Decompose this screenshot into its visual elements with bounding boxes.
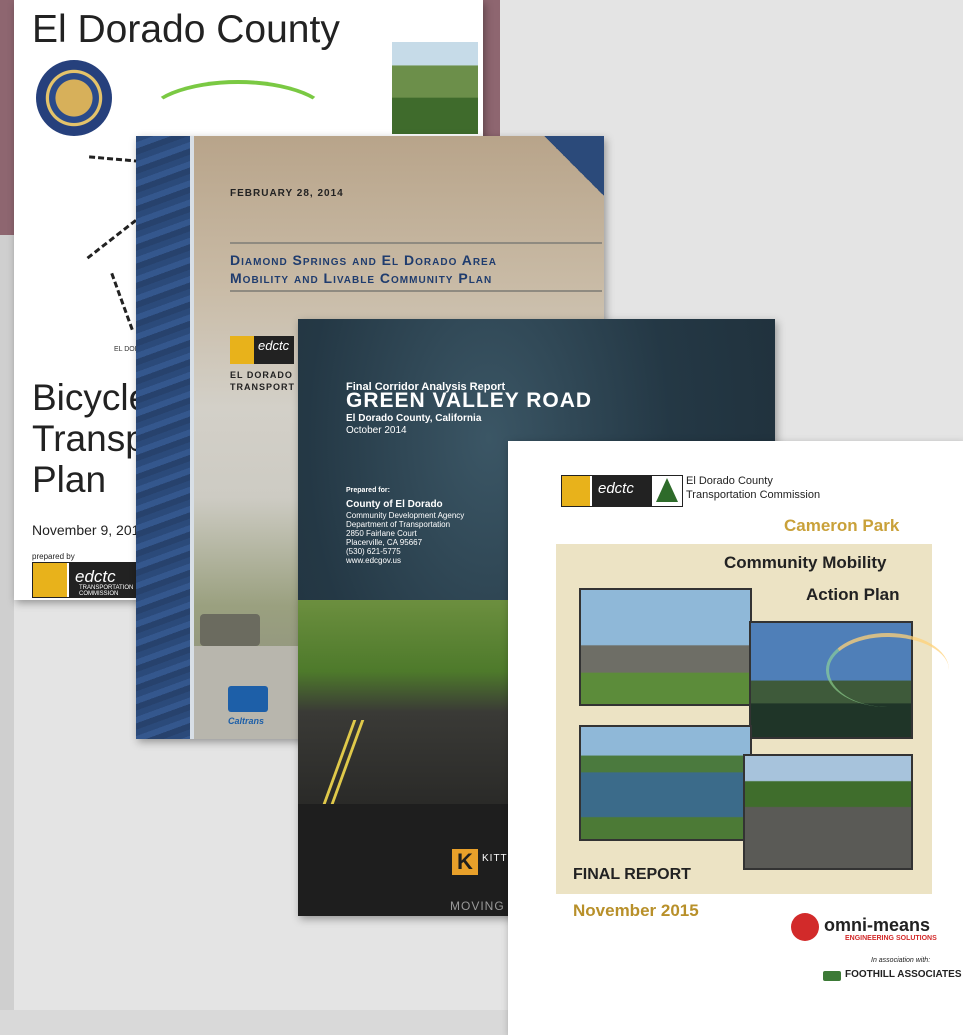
cover-date: October 2014	[346, 425, 407, 436]
caltrans-label: Caltrans	[228, 716, 265, 726]
client-address: Community Development Agency Department …	[346, 511, 465, 565]
prepared-for-label: Prepared for:	[346, 487, 390, 494]
county-title: El Dorado County	[32, 8, 340, 51]
org-line2: Transportation Commission	[686, 489, 821, 501]
lake-photo	[579, 725, 752, 841]
consultant-name: omni-means	[824, 915, 931, 935]
forest-photo	[392, 42, 478, 134]
truck-photo	[200, 614, 260, 646]
tagline: MOVING	[450, 899, 505, 913]
cover-date: November 9, 201	[32, 522, 140, 538]
edctc-logo: edctc	[561, 475, 683, 507]
divider	[230, 242, 602, 244]
caltrans-logo-icon	[228, 686, 268, 712]
divider	[230, 290, 602, 292]
background-stripe	[0, 235, 14, 1010]
consultant-tagline: ENGINEERING SOLUTIONS	[845, 935, 937, 942]
cover-cameron-park: edctc El Dorado County Transportation Co…	[508, 441, 963, 1035]
corner-fold	[544, 136, 604, 196]
foothill-logo-icon	[823, 971, 841, 981]
cover-date: FEBRUARY 28, 2014	[230, 188, 344, 199]
org-line1: El Dorado County	[686, 475, 773, 487]
cover-spine	[136, 136, 194, 739]
cover-title-line1: Diamond Springs and El Dorado Area	[230, 252, 497, 268]
prepared-by-label: prepared by	[32, 552, 75, 561]
omni-means-logo-icon	[791, 913, 819, 941]
rainbow-icon	[826, 633, 949, 707]
kittelson-letter: K	[457, 849, 473, 874]
associate-name: FOOTHILL ASSOCIATES	[845, 969, 962, 980]
cover-title-line2: Action Plan	[806, 585, 900, 604]
place-name: Cameron Park	[784, 516, 900, 535]
edctc-logo: edctc	[230, 336, 294, 364]
association-label: In association with:	[871, 957, 931, 964]
client-name: County of El Dorado	[346, 499, 443, 510]
entrance-sign-photo	[579, 588, 752, 706]
tree-icon	[656, 478, 678, 502]
cover-title-line1: Community Mobility	[724, 553, 887, 572]
edctc-logo: edctc TRANSPORTATION COMMISSION	[32, 562, 150, 598]
cover-title: GREEN VALLEY ROAD	[346, 389, 593, 412]
cover-date: November 2015	[573, 901, 699, 920]
cover-location: El Dorado County, California	[346, 413, 482, 424]
org-line2: TRANSPORT	[230, 382, 295, 392]
cover-title: Bicycle Transp Plan	[32, 377, 150, 500]
county-seal-icon	[36, 60, 112, 136]
street-photo	[743, 754, 913, 870]
org-line1: EL DORADO	[230, 370, 293, 380]
report-status: FINAL REPORT	[573, 866, 691, 883]
cover-title-line2: Mobility and Livable Community Plan	[230, 270, 493, 286]
